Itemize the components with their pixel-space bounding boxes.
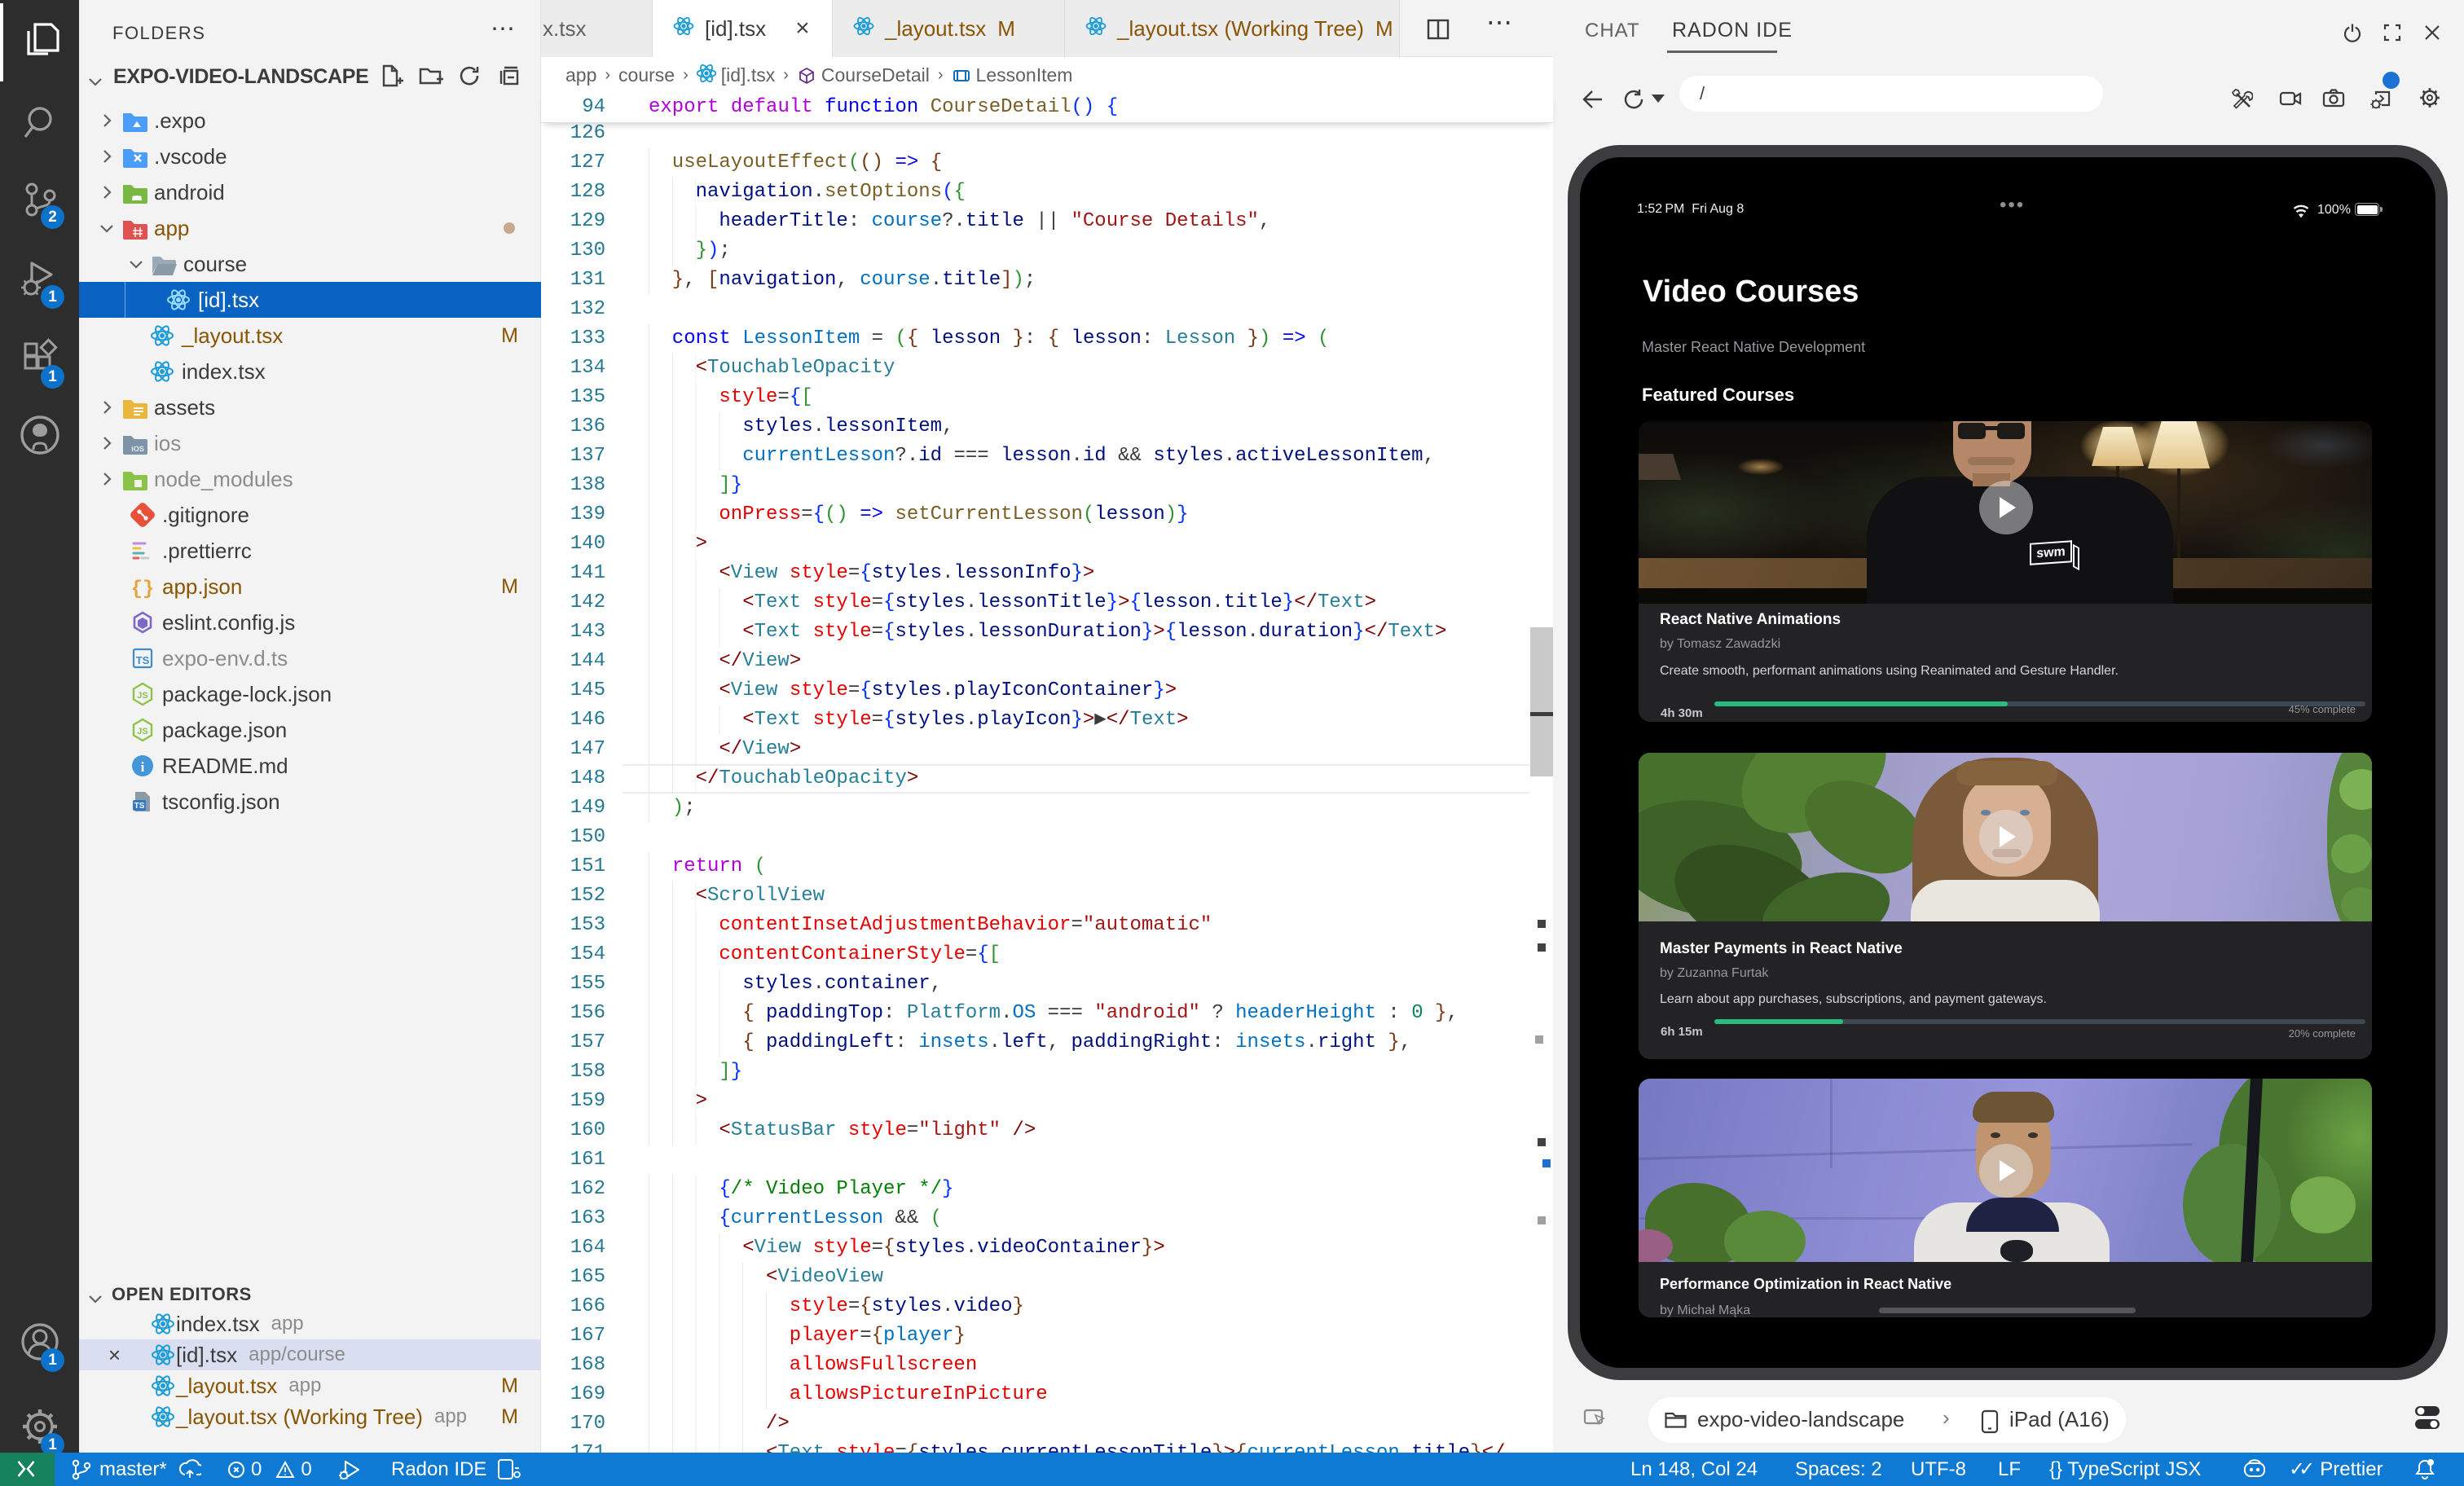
svg-text:iOS: iOS <box>131 445 144 453</box>
svg-text:JS: JS <box>137 691 147 701</box>
svg-text:JS: JS <box>137 727 147 736</box>
svg-text:TS: TS <box>136 654 150 666</box>
svg-text:TS: TS <box>134 802 145 811</box>
svg-text:{}: {} <box>131 578 155 600</box>
svg-text:i: i <box>141 759 145 775</box>
